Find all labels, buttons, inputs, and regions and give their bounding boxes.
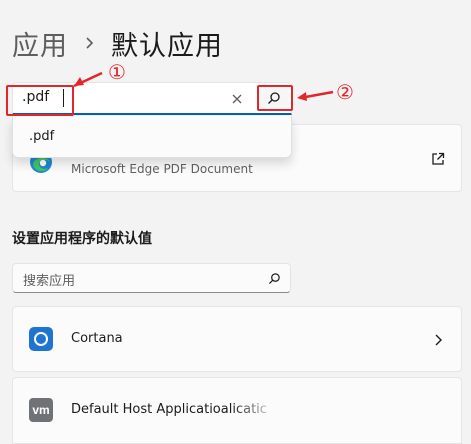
annotation-arrows: [73, 71, 334, 101]
annotation-marker-2: ②: [336, 80, 354, 104]
text-fade: [232, 396, 292, 426]
search-icon[interactable]: [268, 270, 281, 289]
open-external-icon[interactable]: [431, 151, 445, 170]
vmware-icon: vm: [29, 398, 53, 422]
annotation-marker-1: ①: [108, 60, 126, 84]
result-subtitle: Microsoft Edge PDF Document: [71, 162, 253, 176]
suggestion-item[interactable]: .pdf: [29, 129, 54, 144]
cortana-icon: [29, 327, 53, 351]
chevron-right-icon: [433, 332, 443, 351]
app-search-placeholder: 搜索应用: [23, 274, 76, 289]
app-label: Cortana: [71, 331, 123, 346]
section-title: 设置应用程序的默认值: [12, 231, 152, 247]
